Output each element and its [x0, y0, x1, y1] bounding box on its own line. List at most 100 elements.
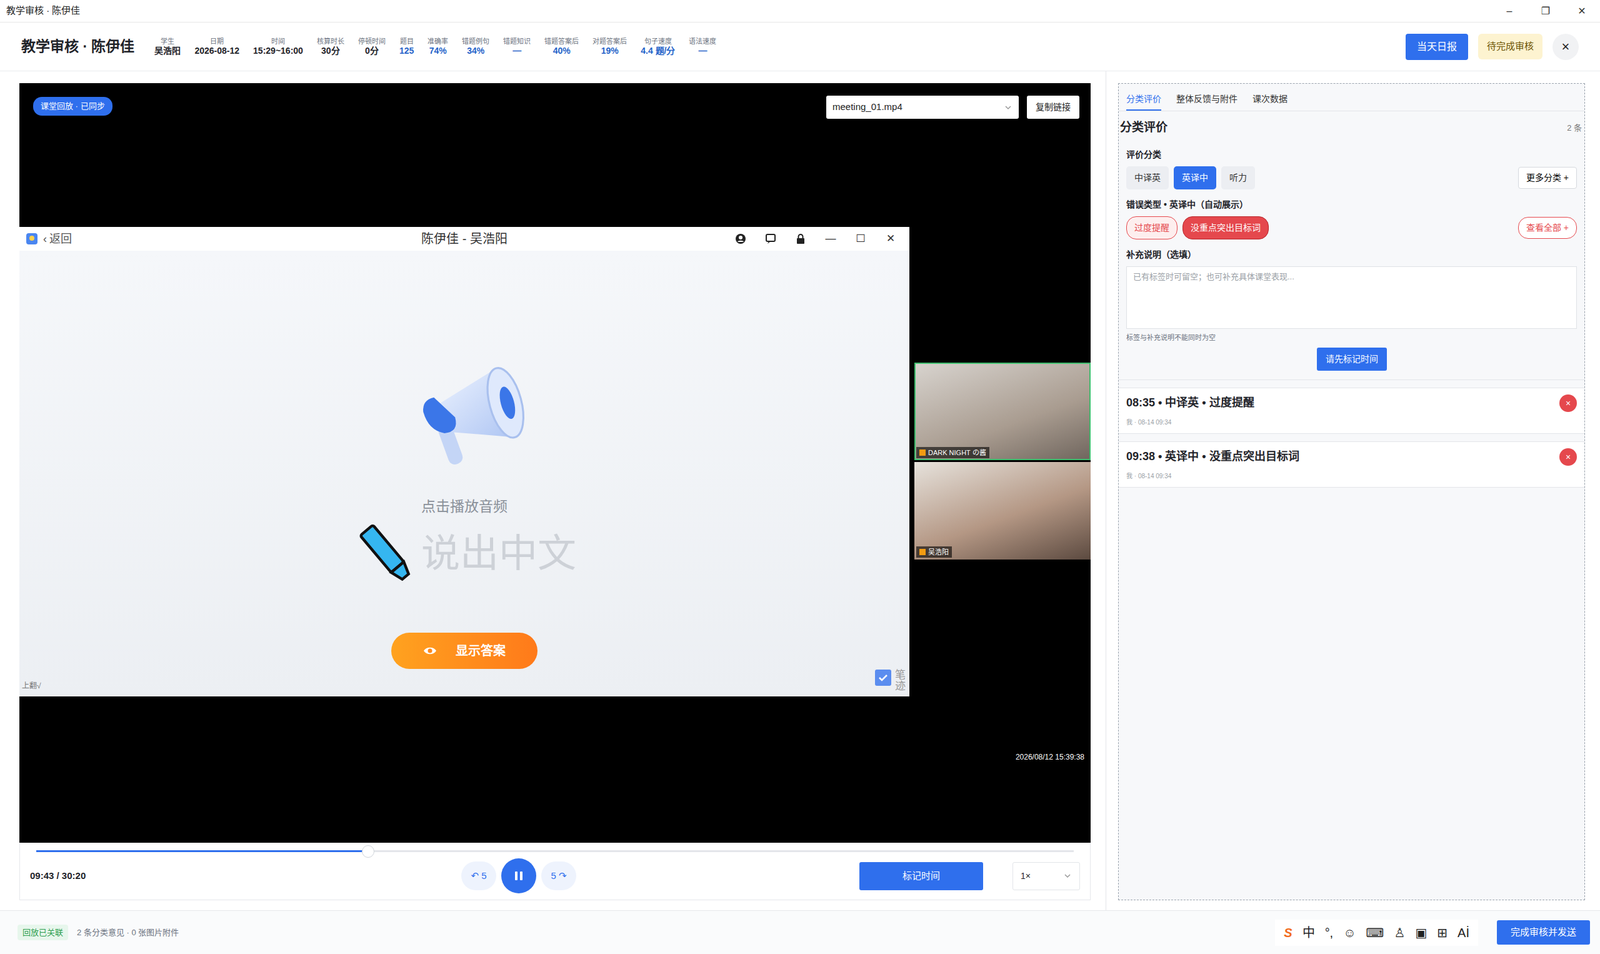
show-answer-label: 显示答案 [455, 641, 506, 660]
view-all-button[interactable]: 查看全部 + [1518, 216, 1577, 239]
player-controls: 09:43 / 30:20↶ 55 ↷标记时间1× [19, 842, 1091, 900]
delete-entry-button[interactable]: × [1559, 394, 1577, 412]
daily-report-button[interactable]: 当天日报 [1405, 33, 1469, 60]
header-actions: 当天日报待完成审核 × [1405, 33, 1579, 60]
review-form: 评价分类中译英英译中听力 更多分类 + 错误类型 • 英译中（自动展示） 过度提醒没重… [1118, 140, 1585, 381]
category-chip[interactable]: 中译英 [1126, 166, 1169, 190]
forward-button[interactable]: 5 ↷ [541, 861, 577, 890]
ime-button[interactable]: ▣ [1415, 923, 1427, 942]
file-select[interactable]: meeting_01.mp4 [826, 95, 1019, 119]
footer-bar: 回放已关联2 条分类意见 · 0 张图片附件S中°,☺⌨♙▣⊞Aİ完成审核并发送 [0, 910, 1600, 954]
chat-icon [758, 233, 784, 245]
stat-label: 停顿时间 [358, 37, 386, 46]
error-chip[interactable]: 没重点突出目标词 [1182, 216, 1269, 240]
category-chips: 中译英英译中听力 更多分类 + [1126, 166, 1577, 190]
video-player[interactable]: 课堂回放 · 已同步meeting_01.mp4复制链接‹返回陈伊佳 - 吴浩阳… [19, 83, 1091, 843]
word-row: 说出中文 [352, 520, 577, 589]
ime-button[interactable]: S [1283, 923, 1292, 942]
ime-button[interactable]: ⌨ [1366, 923, 1385, 942]
window-control-button[interactable]: ❐ [1527, 0, 1564, 22]
title-bar: 教学审核 · 陈伊佳 –❐✕ [0, 0, 1600, 23]
stat-item: 错题知识— [503, 37, 531, 57]
submit-button[interactable]: 请先标记时间 [1316, 347, 1387, 371]
window-control-button[interactable]: – [1491, 0, 1528, 22]
app-bar-right: —☐✕ [507, 230, 904, 247]
stat-value: 吴浩阳 [154, 45, 181, 57]
rewind-button[interactable]: ↶ 5 [461, 861, 497, 890]
ime-button[interactable]: ♙ [1393, 923, 1405, 942]
category-chip[interactable]: 英译中 [1173, 166, 1217, 190]
status-badge: 待完成审核 [1478, 33, 1543, 60]
back-icon: ‹ [43, 230, 47, 248]
copy-link-button[interactable]: 复制链接 [1026, 95, 1080, 119]
back-button[interactable]: ‹返回 [43, 230, 72, 248]
stat-label: 学生 [160, 37, 175, 46]
stat-label: 语法速度 [688, 37, 717, 46]
speed-value: 1× [1020, 869, 1031, 883]
back-label: 返回 [49, 230, 72, 248]
player-column: 课堂回放 · 已同步meeting_01.mp4复制链接‹返回陈伊佳 - 吴浩阳… [19, 83, 1091, 900]
note-field[interactable] [1126, 266, 1577, 329]
pen-checkbox[interactable] [875, 669, 892, 686]
participant-tile: DARK NIGHT の酱 [914, 362, 1091, 460]
stat-label: 句子速度 [644, 37, 672, 46]
participant-name: 吴浩阳 [928, 546, 949, 558]
progress-handle[interactable] [361, 845, 375, 858]
review-tab[interactable]: 课次数据 [1252, 90, 1288, 111]
app-control-button[interactable]: — [818, 230, 844, 247]
close-button[interactable]: × [1552, 33, 1579, 60]
chevron-down-icon [1003, 103, 1013, 112]
error-type-label: 错误类型 • 英译中（自动展示） [1126, 198, 1577, 212]
ime-toolbar: S中 °, ☺ ⌨ ♙ ▣ ⊞ Aİ [1275, 919, 1479, 946]
main-area: 课堂回放 · 已同步meeting_01.mp4复制链接‹返回陈伊佳 - 吴浩阳… [0, 71, 1600, 910]
stat-value: 34% [466, 45, 485, 57]
pen-label: 笔迹 [895, 669, 906, 693]
stat-label: 错题答案后 [544, 37, 579, 46]
mark-time-button[interactable]: 标记时间 [859, 861, 984, 890]
app-control-button[interactable]: ☐ [848, 230, 874, 247]
exercise-card: 点击播放音频说出中文显示答案上翻√ 笔迹 [19, 250, 910, 697]
stat-item: 题目125 [399, 37, 414, 57]
ime-button[interactable]: °, [1325, 923, 1334, 942]
participant-name: DARK NIGHT の酱 [928, 447, 987, 459]
sync-badge: 课堂回放 · 已同步 [33, 96, 113, 116]
stat-value: 4.4 题/分 [640, 45, 675, 57]
error-chip[interactable]: 过度提醒 [1126, 216, 1178, 240]
pen-toggle[interactable]: 笔迹 [875, 669, 906, 693]
participant-list: DARK NIGHT の酱吴浩阳 [914, 362, 1091, 697]
window-title: 教学审核 · 陈伊佳 [6, 3, 80, 19]
participant-tile: 吴浩阳 [914, 461, 1091, 560]
page-up-label[interactable]: 上翻√ [21, 680, 42, 692]
stat-item: 核算时长30分 [316, 37, 345, 57]
ime-button[interactable]: 中 [1302, 923, 1315, 942]
speaker-icon [919, 449, 926, 456]
play-audio-prompt[interactable]: 点击播放音频 [421, 495, 508, 518]
category-chip[interactable]: 听力 [1221, 166, 1255, 190]
progress-track[interactable] [36, 850, 1074, 852]
category-label: 评价分类 [1126, 148, 1577, 162]
review-tab[interactable]: 分类评价 [1126, 90, 1162, 111]
speed-select[interactable]: 1× [1012, 861, 1080, 890]
window-control-button[interactable]: ✕ [1563, 0, 1600, 22]
show-answer-button[interactable]: 显示答案 [391, 632, 538, 669]
ime-button[interactable]: Aİ [1457, 923, 1470, 942]
stat-label: 准确率 [427, 37, 449, 46]
stat-value: 125 [399, 45, 414, 57]
file-name: meeting_01.mp4 [832, 100, 903, 115]
app-logo-icon [25, 232, 39, 245]
review-tab[interactable]: 整体反馈与附件 [1176, 90, 1238, 111]
stat-label: 时间 [271, 37, 285, 46]
window-controls: –❐✕ [1491, 0, 1600, 22]
pen-icon [352, 520, 422, 589]
more-categories-button[interactable]: 更多分类 + [1518, 166, 1577, 189]
note-label: 补充说明（选填） [1126, 248, 1577, 262]
complete-review-button[interactable]: 完成审核并发送 [1496, 920, 1590, 945]
stat-item: 时间15:29~16:00 [253, 37, 304, 57]
ime-button[interactable]: ☺ [1343, 923, 1356, 942]
review-heading: 分类评价2 条 [1118, 111, 1585, 141]
play-pause-button[interactable] [501, 858, 537, 894]
stat-value: 74% [429, 45, 447, 57]
delete-entry-button[interactable]: × [1559, 448, 1577, 466]
app-control-button[interactable]: ✕ [878, 230, 904, 247]
ime-button[interactable]: ⊞ [1436, 923, 1448, 942]
